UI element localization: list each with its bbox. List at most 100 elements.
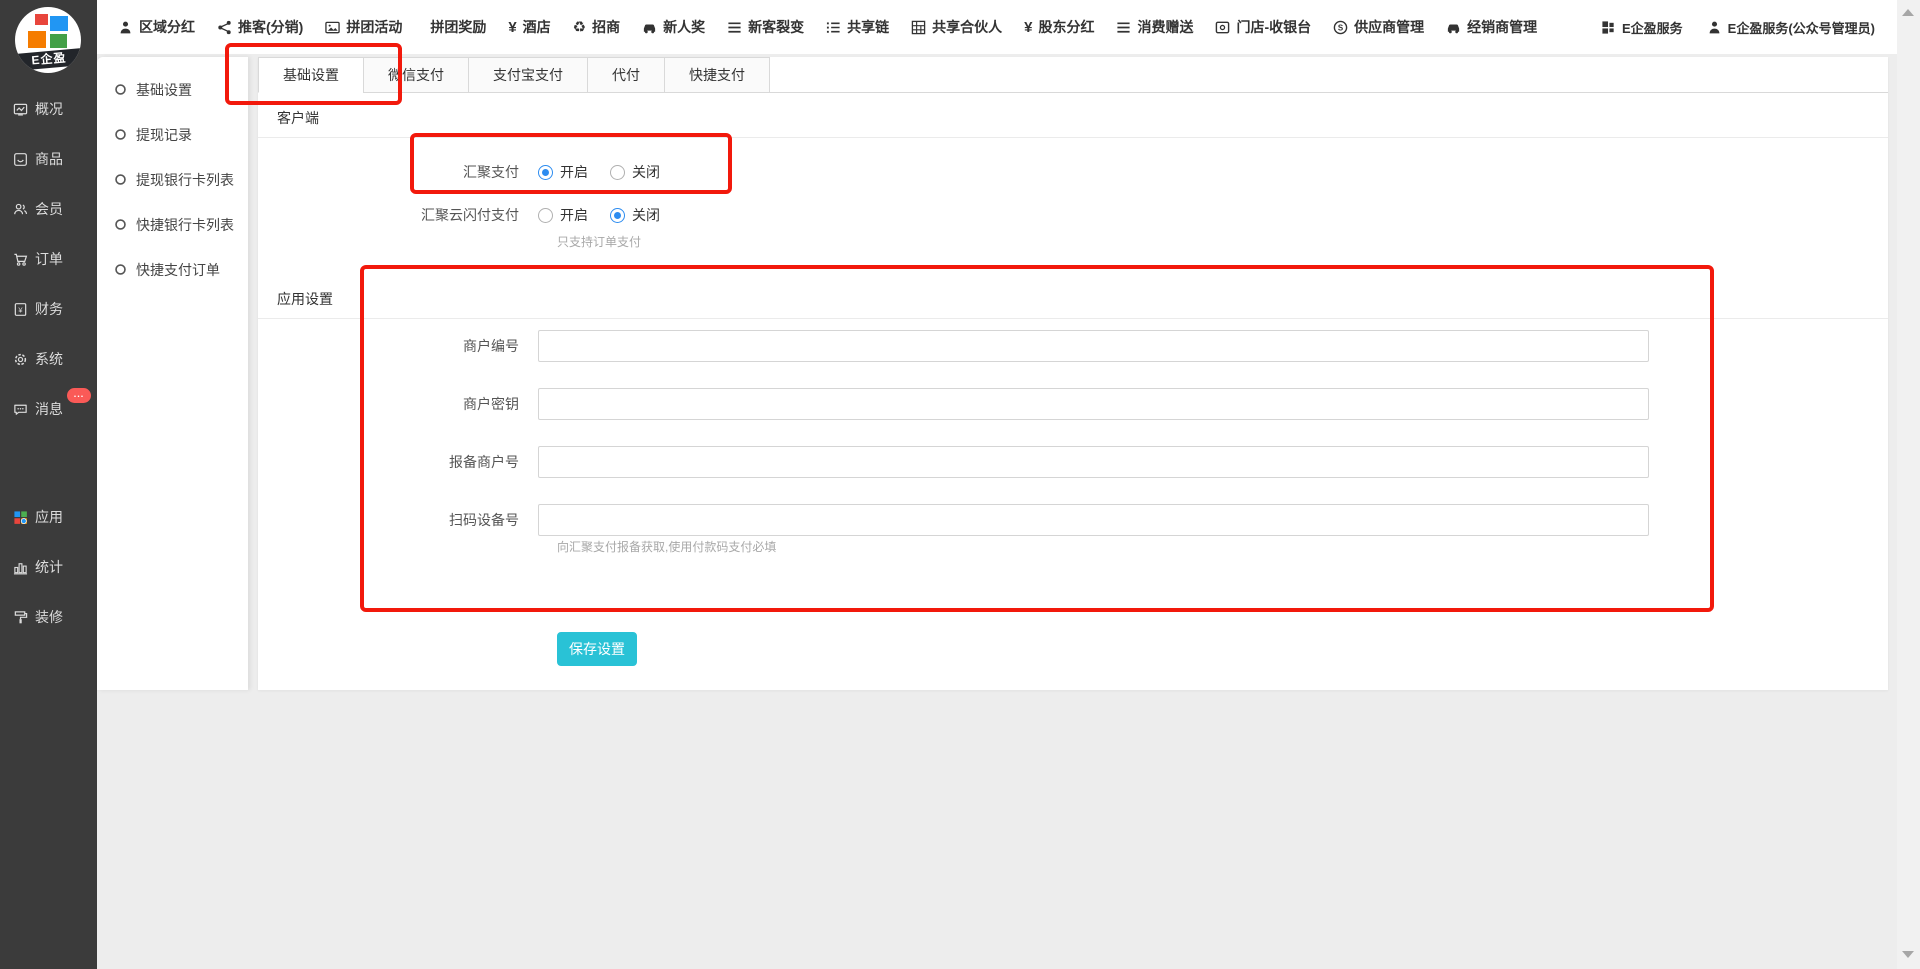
- logo-shape-orange: [28, 31, 46, 48]
- sidebar-item-消息[interactable]: 消息...: [0, 384, 97, 434]
- bars-icon: [1116, 20, 1131, 35]
- topnav-item-拼团奖励[interactable]: 拼团奖励: [413, 0, 497, 54]
- grid-outline-icon: [911, 20, 926, 35]
- submenu-item-快捷银行卡列表[interactable]: 快捷银行卡列表: [97, 202, 248, 247]
- tab-快捷支付[interactable]: 快捷支付: [664, 57, 770, 93]
- radio-selected-icon[interactable]: [538, 165, 553, 180]
- topnav-item-酒店[interactable]: ¥ 酒店: [497, 0, 561, 54]
- radio-option-关闭[interactable]: 关闭: [610, 162, 660, 182]
- topnav-item-招商[interactable]: ♻ 招商: [562, 0, 631, 54]
- scroll-up-arrow-icon[interactable]: [1902, 9, 1914, 16]
- radio-row-汇聚云闪付支付: 汇聚云闪付支付开启 关闭: [258, 198, 1888, 232]
- topnav-item-label: 酒店: [523, 17, 551, 37]
- topnav-item-推客-分销-[interactable]: 推客(分销): [206, 0, 314, 54]
- topnav-item-label: 推客(分销): [238, 17, 303, 37]
- vertical-scrollbar[interactable]: [1897, 0, 1920, 969]
- tab-微信支付[interactable]: 微信支付: [363, 57, 469, 93]
- tab-支付宝支付[interactable]: 支付宝支付: [468, 57, 588, 93]
- topnav-account-E企盈服务[interactable]: E企盈服务: [1589, 0, 1695, 54]
- radio-option-开启[interactable]: 开启: [538, 162, 588, 182]
- submenu-item-label: 提现银行卡列表: [136, 170, 234, 190]
- scroll-down-arrow-icon[interactable]: [1902, 951, 1914, 958]
- radio-group-汇聚支付: 开启 关闭: [538, 162, 660, 182]
- sidebar-item-会员[interactable]: 会员: [0, 184, 97, 234]
- topnav-item-新人奖[interactable]: 新人奖: [631, 0, 716, 54]
- topnav-account-E企盈服务-公众号管理员-[interactable]: E企盈服务(公众号管理员): [1695, 0, 1887, 54]
- input-报备商户号[interactable]: [538, 446, 1649, 478]
- topnav-item-label: 区域分红: [139, 17, 195, 37]
- topnav-account-label: E企盈服务: [1622, 18, 1683, 37]
- topnav-item-区域分红[interactable]: 区域分红: [107, 0, 206, 54]
- sidebar-item-label: 概况: [35, 99, 63, 119]
- sidebar-item-装修[interactable]: 装修: [0, 592, 97, 642]
- topnav-item-新客裂变[interactable]: 新客裂变: [716, 0, 815, 54]
- topnav-item-供应商管理[interactable]: S供应商管理: [1322, 0, 1435, 54]
- sidebar-item-label: 商品: [35, 149, 63, 169]
- input-商户密钥[interactable]: [538, 388, 1649, 420]
- topnav-item-经销商管理[interactable]: 经销商管理: [1435, 0, 1548, 54]
- sidebar-item-label: 统计: [35, 557, 63, 577]
- radio-option-关闭[interactable]: 关闭: [610, 205, 660, 225]
- input-row-商户编号: 商户编号: [258, 330, 1888, 362]
- tab-代付[interactable]: 代付: [587, 57, 665, 93]
- chat-icon: [13, 402, 28, 417]
- radio-unselected-icon[interactable]: [538, 208, 553, 223]
- topnav-item-股东分红[interactable]: ¥股东分红: [1013, 0, 1105, 54]
- logo-shape-green: [50, 34, 67, 48]
- topnav-item-label: 拼团活动: [346, 17, 402, 37]
- sidebar-item-应用[interactable]: 应用: [0, 492, 97, 542]
- topnav-item-共享链[interactable]: 共享链: [815, 0, 900, 54]
- store-icon: [1215, 20, 1230, 35]
- dashboard-icon: [13, 102, 28, 117]
- person-icon: [118, 20, 133, 35]
- sidebar-item-商品[interactable]: 商品: [0, 134, 97, 184]
- submenu-item-label: 基础设置: [136, 80, 192, 100]
- field-label: 报备商户号: [258, 452, 538, 472]
- radio-unselected-icon[interactable]: [610, 165, 625, 180]
- sidebar-item-label: 系统: [35, 349, 63, 369]
- input-商户编号[interactable]: [538, 330, 1649, 362]
- screen: E企盈 概况商品会员订单¥财务系统消息...应用统计装修 区域分红推客(分销)拼…: [0, 0, 1920, 969]
- radio-selected-icon[interactable]: [610, 208, 625, 223]
- submenu-item-提现记录[interactable]: 提现记录: [97, 112, 248, 157]
- yen-icon: ¥: [508, 20, 516, 35]
- top-navbar: 区域分红推客(分销)拼团活动拼团奖励¥酒店♻招商新人奖新客裂变共享链共享合伙人¥…: [97, 0, 1897, 54]
- topnav-item-消费赠送[interactable]: 消费赠送: [1105, 0, 1204, 54]
- field-label: 汇聚云闪付支付: [258, 205, 538, 225]
- topnav-item-label: 门店-收银台: [1236, 17, 1311, 37]
- submenu-item-label: 提现记录: [136, 125, 192, 145]
- submenu-item-label: 快捷银行卡列表: [136, 215, 234, 235]
- sidebar-item-概况[interactable]: 概况: [0, 84, 97, 134]
- submenu-item-基础设置[interactable]: 基础设置: [97, 67, 248, 112]
- topnav-item-label: 招商: [592, 17, 620, 37]
- car-icon: [1446, 20, 1461, 35]
- paint-icon: [13, 610, 28, 625]
- topnav-item-label: 消费赠送: [1137, 17, 1193, 37]
- sidebar-group-gap: [0, 434, 97, 492]
- topnav-item-label: 共享链: [847, 17, 889, 37]
- topnav-item-拼团活动[interactable]: 拼团活动: [314, 0, 413, 54]
- radio-option-开启[interactable]: 开启: [538, 205, 588, 225]
- circle-o-icon: [114, 83, 127, 96]
- save-settings-button[interactable]: 保存设置: [557, 632, 637, 666]
- recycle-icon: ♻: [573, 20, 586, 35]
- topnav-item-门店-收银台[interactable]: 门店-收银台: [1204, 0, 1322, 54]
- sidebar-item-订单[interactable]: 订单: [0, 234, 97, 284]
- tab-基础设置[interactable]: 基础设置: [258, 57, 364, 93]
- sidebar-item-统计[interactable]: 统计: [0, 542, 97, 592]
- submenu-item-快捷支付订单[interactable]: 快捷支付订单: [97, 247, 248, 292]
- sidebar-item-系统[interactable]: 系统: [0, 334, 97, 384]
- input-扫码设备号[interactable]: [538, 504, 1649, 536]
- radio-option-label: 关闭: [632, 205, 660, 225]
- circle-o-icon: [114, 173, 127, 186]
- topnav-item-共享合伙人[interactable]: 共享合伙人: [900, 0, 1013, 54]
- svg-text:¥: ¥: [18, 305, 23, 314]
- users-icon: [13, 202, 28, 217]
- sidebar-item-财务[interactable]: ¥财务: [0, 284, 97, 334]
- section-title-client: 客户端: [258, 93, 1888, 138]
- field-hint: 向汇聚支付报备获取,使用付款码支付必填: [557, 538, 776, 555]
- topnav-item-label: 经销商管理: [1467, 17, 1537, 37]
- submenu-item-label: 快捷支付订单: [136, 260, 220, 280]
- submenu-item-提现银行卡列表[interactable]: 提现银行卡列表: [97, 157, 248, 202]
- input-row-报备商户号: 报备商户号: [258, 446, 1888, 478]
